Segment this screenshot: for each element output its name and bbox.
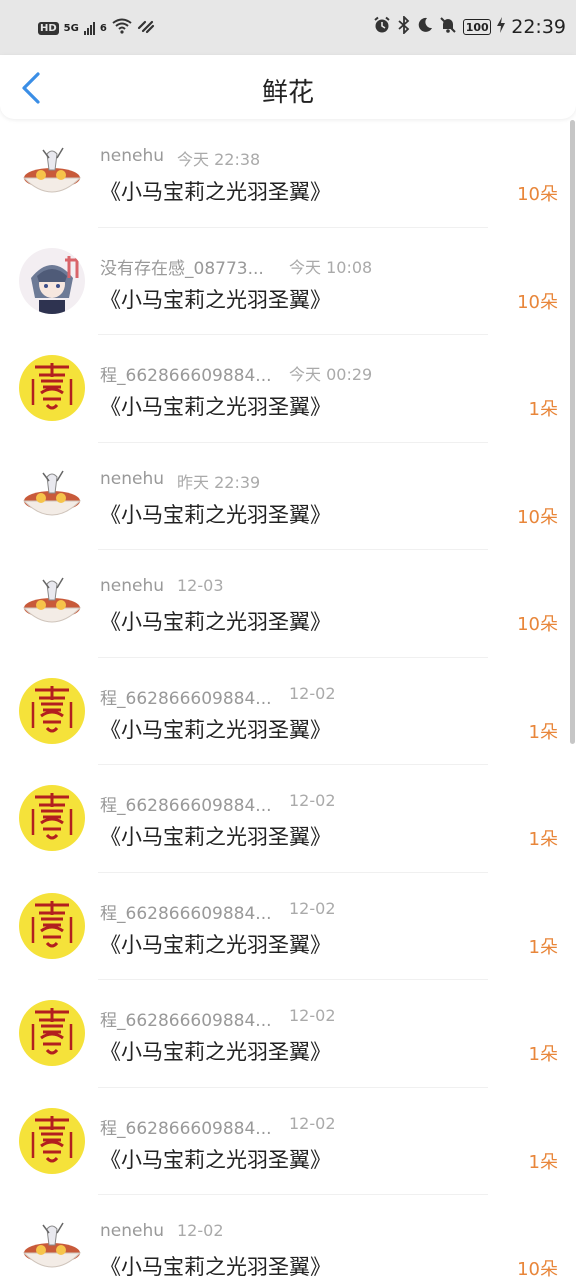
flower-count: 1朵 bbox=[528, 721, 558, 743]
book-title[interactable]: 《小马宝莉之光羽圣翼》 bbox=[100, 714, 331, 744]
page-header: 鲜花 bbox=[0, 55, 576, 119]
avatar[interactable] bbox=[19, 462, 85, 529]
timestamp: 今天 00:29 bbox=[289, 365, 373, 384]
timestamp: 12-02 bbox=[289, 791, 336, 810]
user-name[interactable]: 程_662866609884... bbox=[100, 1114, 272, 1139]
list-item[interactable]: nenehu 昨天 22:39 《小马宝莉之光羽圣翼》 10朵 bbox=[0, 443, 566, 551]
alarm-icon bbox=[373, 16, 391, 38]
book-title[interactable]: 《小马宝莉之光羽圣翼》 bbox=[100, 1251, 331, 1280]
book-title[interactable]: 《小马宝莉之光羽圣翼》 bbox=[100, 176, 331, 206]
timestamp: 12-03 bbox=[177, 576, 224, 595]
avatar[interactable] bbox=[19, 677, 85, 744]
flower-count: 10朵 bbox=[517, 184, 558, 205]
signal-icon bbox=[83, 21, 95, 35]
list-item[interactable]: nenehu 12-02 《小马宝莉之光羽圣翼》 10朵 bbox=[0, 1195, 566, 1280]
user-name[interactable]: nenehu bbox=[100, 1221, 164, 1241]
avatar[interactable] bbox=[19, 785, 85, 851]
list-item[interactable]: 程_662866609884... 12-02 《小马宝莉之光羽圣翼》 1朵 bbox=[0, 1088, 566, 1196]
flower-count: 1朵 bbox=[528, 829, 558, 850]
user-name[interactable]: 程_662866609884... bbox=[100, 899, 272, 924]
list-item[interactable]: nenehu 今天 22:38 《小马宝莉之光羽圣翼》 10朵 bbox=[0, 120, 566, 228]
avatar[interactable] bbox=[19, 892, 85, 959]
hd-badge: HD bbox=[38, 21, 59, 35]
timestamp: 12-02 bbox=[289, 1006, 336, 1025]
book-title[interactable]: 《小马宝莉之光羽圣翼》 bbox=[100, 391, 331, 421]
flower-count: 1朵 bbox=[528, 1044, 558, 1065]
list-item[interactable]: 程_662866609884... 12-02 《小马宝莉之光羽圣翼》 1朵 bbox=[0, 980, 566, 1088]
list-item[interactable]: 没有存在感_08773... 今天 10:08 《小马宝莉之光羽圣翼》 10朵 bbox=[0, 228, 566, 336]
timestamp: 12-02 bbox=[289, 898, 336, 918]
timestamp: 12-02 bbox=[289, 1113, 336, 1133]
user-name[interactable]: 没有存在感_08773... bbox=[100, 254, 264, 279]
flower-count: 1朵 bbox=[528, 399, 558, 420]
user-name[interactable]: 程_662866609884... bbox=[100, 361, 272, 386]
avatar[interactable] bbox=[19, 1107, 85, 1174]
book-title[interactable]: 《小马宝莉之光羽圣翼》 bbox=[100, 1144, 331, 1174]
flower-list[interactable]: nenehu 今天 22:38 《小马宝莉之光羽圣翼》 10朵 没有存在感_08773.… bbox=[0, 120, 566, 1280]
timestamp: 昨天 22:39 bbox=[177, 472, 261, 492]
flower-count: 10朵 bbox=[517, 291, 558, 313]
page-title: 鲜花 bbox=[261, 78, 314, 108]
link-icon bbox=[137, 18, 155, 38]
book-title[interactable]: 《小马宝莉之光羽圣翼》 bbox=[100, 499, 331, 529]
user-name[interactable]: nenehu bbox=[100, 146, 164, 166]
status-right: 100 22:39 bbox=[373, 14, 566, 38]
user-name[interactable]: 程_662866609884... bbox=[100, 1006, 272, 1031]
timestamp: 今天 10:08 bbox=[289, 257, 373, 277]
book-title[interactable]: 《小马宝莉之光羽圣翼》 bbox=[100, 929, 331, 959]
mute-icon bbox=[439, 16, 457, 38]
status-time: 22:39 bbox=[511, 16, 566, 38]
list-item[interactable]: 程_662866609884... 12-02 《小马宝莉之光羽圣翼》 1朵 bbox=[0, 658, 566, 766]
flower-count: 10朵 bbox=[517, 614, 558, 635]
sim2-label: 6 bbox=[99, 22, 107, 34]
timestamp: 今天 22:38 bbox=[177, 150, 261, 169]
scrollbar[interactable] bbox=[570, 120, 575, 744]
flower-count: 1朵 bbox=[528, 936, 558, 958]
wifi-icon bbox=[112, 18, 132, 38]
battery-icon: 100 bbox=[463, 19, 492, 35]
timestamp: 12-02 bbox=[289, 683, 336, 703]
avatar[interactable] bbox=[19, 570, 85, 636]
book-title[interactable]: 《小马宝莉之光羽圣翼》 bbox=[100, 821, 331, 851]
network-type: 5G bbox=[63, 22, 79, 34]
avatar[interactable] bbox=[19, 140, 85, 206]
charging-icon bbox=[497, 17, 506, 37]
book-title[interactable]: 《小马宝莉之光羽圣翼》 bbox=[100, 284, 331, 314]
avatar[interactable] bbox=[19, 1215, 85, 1280]
user-name[interactable]: nenehu bbox=[100, 576, 164, 596]
moon-icon bbox=[417, 17, 433, 37]
avatar[interactable] bbox=[19, 247, 85, 314]
list-item[interactable]: 程_662866609884... 今天 00:29 《小马宝莉之光羽圣翼》 1朵 bbox=[0, 335, 566, 443]
flower-count: 10朵 bbox=[517, 506, 558, 528]
status-left: HD 5G 6 bbox=[38, 18, 155, 38]
book-title[interactable]: 《小马宝莉之光羽圣翼》 bbox=[100, 1036, 331, 1066]
avatar[interactable] bbox=[19, 355, 85, 421]
avatar[interactable] bbox=[19, 1000, 85, 1066]
user-name[interactable]: 程_662866609884... bbox=[100, 791, 272, 816]
timestamp: 12-02 bbox=[177, 1221, 224, 1240]
list-item[interactable]: 程_662866609884... 12-02 《小马宝莉之光羽圣翼》 1朵 bbox=[0, 765, 566, 873]
bluetooth-icon bbox=[397, 14, 411, 38]
flower-count: 10朵 bbox=[517, 1259, 558, 1280]
flower-count: 1朵 bbox=[528, 1151, 558, 1173]
list-item[interactable]: nenehu 12-03 《小马宝莉之光羽圣翼》 10朵 bbox=[0, 550, 566, 658]
user-name[interactable]: nenehu bbox=[100, 469, 164, 489]
user-name[interactable]: 程_662866609884... bbox=[100, 684, 272, 709]
book-title[interactable]: 《小马宝莉之光羽圣翼》 bbox=[100, 606, 331, 636]
list-item[interactable]: 程_662866609884... 12-02 《小马宝莉之光羽圣翼》 1朵 bbox=[0, 873, 566, 981]
status-bar: HD 5G 6 100 22:39 bbox=[0, 0, 576, 55]
